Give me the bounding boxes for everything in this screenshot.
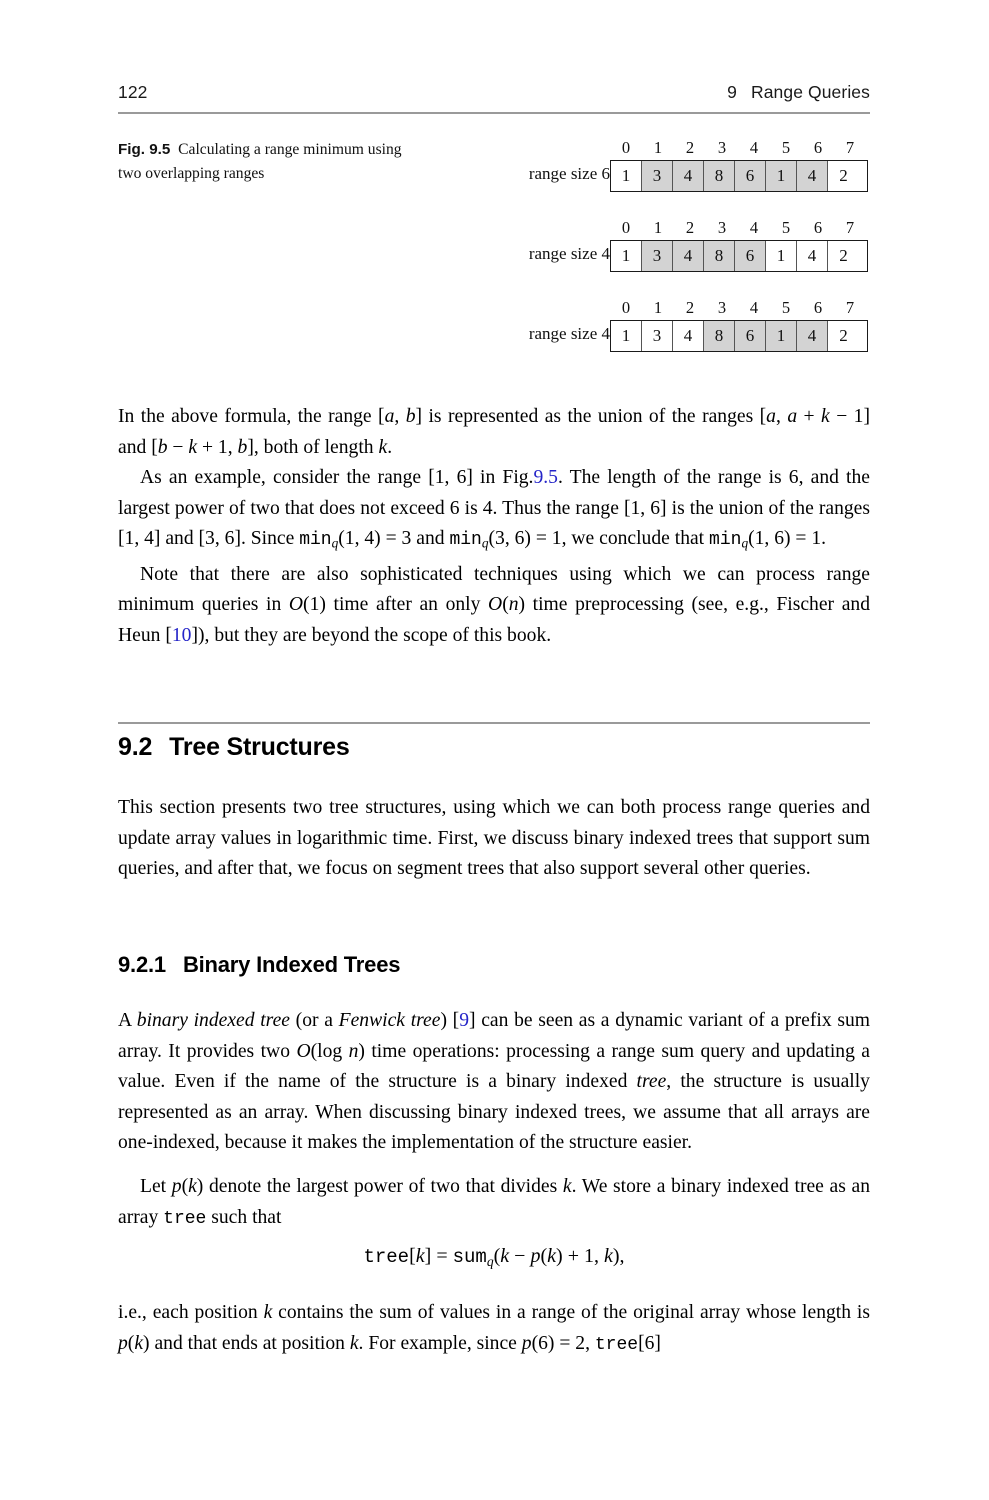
array-cell: 2 <box>828 321 859 351</box>
chapter-number: 9 <box>727 82 737 102</box>
index-cell: 1 <box>653 298 663 317</box>
row-label: range size 4 <box>528 324 610 343</box>
index-cell: 2 <box>685 218 695 237</box>
display-equation: tree[k] = sumq(k − p(k) + 1, k), <box>363 1245 625 1269</box>
figure-label: Fig. 9.5 <box>118 141 171 158</box>
index-cell: 3 <box>717 218 727 237</box>
array-cells: 1 3 4 8 6 1 4 2 <box>610 320 868 352</box>
page-number: 122 <box>118 82 148 102</box>
array-cell: 6 <box>735 321 766 351</box>
array-cell: 6 <box>735 161 766 191</box>
array-cell: 1 <box>766 161 797 191</box>
index-cell: 1 <box>653 218 663 237</box>
index-cell: 6 <box>813 298 823 317</box>
paragraph-pk-definition: Let p(k) denote the largest power of two… <box>118 1176 870 1229</box>
index-cell: 2 <box>685 298 695 317</box>
array-cell: 8 <box>704 161 735 191</box>
page-canvas: 122 9 Range Queries Fig. 9.5 Calculating… <box>0 0 989 1500</box>
citation-link-10[interactable]: 10 <box>172 625 192 646</box>
array-cell: 4 <box>673 241 704 271</box>
chapter-title: Range Queries <box>750 82 870 102</box>
index-row: 0 1 2 3 4 5 6 7 <box>610 218 868 240</box>
running-head-right: 9 Range Queries <box>727 82 870 103</box>
array-cell: 6 <box>735 241 766 271</box>
body-block-three: A binary indexed tree (or a Fenwick tree… <box>118 1006 870 1159</box>
index-cell: 3 <box>717 138 727 157</box>
index-cell: 0 <box>621 218 631 237</box>
index-cell: 5 <box>781 138 791 157</box>
paragraph-equation-explanation: i.e., each position k contains the sum o… <box>118 1302 870 1355</box>
body-block-four: Let p(k) denote the largest power of two… <box>118 1172 870 1234</box>
array-cell: 3 <box>642 321 673 351</box>
paragraph-example: As an example, consider the range [1, 6]… <box>118 467 870 552</box>
index-cell: 4 <box>749 298 759 317</box>
array-cell: 8 <box>704 241 735 271</box>
array-cell: 1 <box>766 241 797 271</box>
array-cell: 4 <box>797 241 828 271</box>
index-row: 0 1 2 3 4 5 6 7 <box>610 138 868 160</box>
array-cell: 2 <box>828 241 859 271</box>
index-cell: 7 <box>845 218 855 237</box>
array-cells: 1 3 4 8 6 1 4 2 <box>610 160 868 192</box>
row-array: 0 1 2 3 4 5 6 7 1 3 4 8 6 1 4 2 <box>610 218 868 272</box>
section-title: Tree Structures <box>169 733 350 761</box>
subsection-heading: 9.2.1 Binary Indexed Trees <box>118 952 400 978</box>
index-cell: 1 <box>653 138 663 157</box>
section-heading: 9.2 Tree Structures <box>118 733 350 762</box>
row-array: 0 1 2 3 4 5 6 7 1 3 4 8 6 1 4 2 <box>610 298 868 352</box>
body-block-two: This section presents two tree structure… <box>118 793 870 885</box>
array-cell: 3 <box>642 161 673 191</box>
array-cell: 4 <box>673 321 704 351</box>
index-cell: 0 <box>621 298 631 317</box>
index-cell: 4 <box>749 138 759 157</box>
array-cell: 8 <box>704 321 735 351</box>
index-row: 0 1 2 3 4 5 6 7 <box>610 298 868 320</box>
array-cell: 2 <box>828 161 859 191</box>
array-cells: 1 3 4 8 6 1 4 2 <box>610 240 868 272</box>
row-label: range size 4 <box>528 244 610 263</box>
index-cell: 0 <box>621 138 631 157</box>
index-cell: 2 <box>685 138 695 157</box>
subsection-number: 9.2.1 <box>118 952 166 977</box>
figure-reference-link[interactable]: 9.5 <box>533 467 558 488</box>
body-block-one: In the above formula, the range [a, b] i… <box>118 402 870 651</box>
array-cell: 3 <box>642 241 673 271</box>
subsection-title: Binary Indexed Trees <box>182 952 401 977</box>
array-cell: 1 <box>611 321 642 351</box>
paragraph-note: Note that there are also sophisticated t… <box>118 563 870 646</box>
array-cell: 4 <box>673 161 704 191</box>
index-cell: 4 <box>749 218 759 237</box>
running-head: 122 9 Range Queries <box>118 82 870 103</box>
section-divider <box>118 722 870 724</box>
array-cell: 1 <box>766 321 797 351</box>
index-cell: 5 <box>781 218 791 237</box>
row-label: range size 6 <box>528 164 610 183</box>
index-cell: 3 <box>717 298 727 317</box>
paragraph-formula: In the above formula, the range [a, b] i… <box>118 406 870 458</box>
array-cell: 4 <box>797 321 828 351</box>
index-cell: 7 <box>845 138 855 157</box>
header-divider <box>118 112 870 114</box>
paragraph-section-intro: This section presents two tree structure… <box>118 797 870 880</box>
figure-caption: Fig. 9.5 Calculating a range minimum usi… <box>118 138 418 185</box>
paragraph-bit-definition: A binary indexed tree (or a Fenwick tree… <box>118 1010 870 1154</box>
body-block-five: i.e., each position k contains the sum o… <box>118 1298 870 1360</box>
index-cell: 6 <box>813 218 823 237</box>
section-number: 9.2 <box>118 733 153 761</box>
citation-link-9[interactable]: 9 <box>459 1010 469 1031</box>
array-cell: 1 <box>611 241 642 271</box>
array-cell: 1 <box>611 161 642 191</box>
array-cell: 4 <box>797 161 828 191</box>
index-cell: 7 <box>845 298 855 317</box>
row-array: 0 1 2 3 4 5 6 7 1 3 4 8 6 1 4 2 <box>610 138 868 192</box>
index-cell: 5 <box>781 298 791 317</box>
index-cell: 6 <box>813 138 823 157</box>
